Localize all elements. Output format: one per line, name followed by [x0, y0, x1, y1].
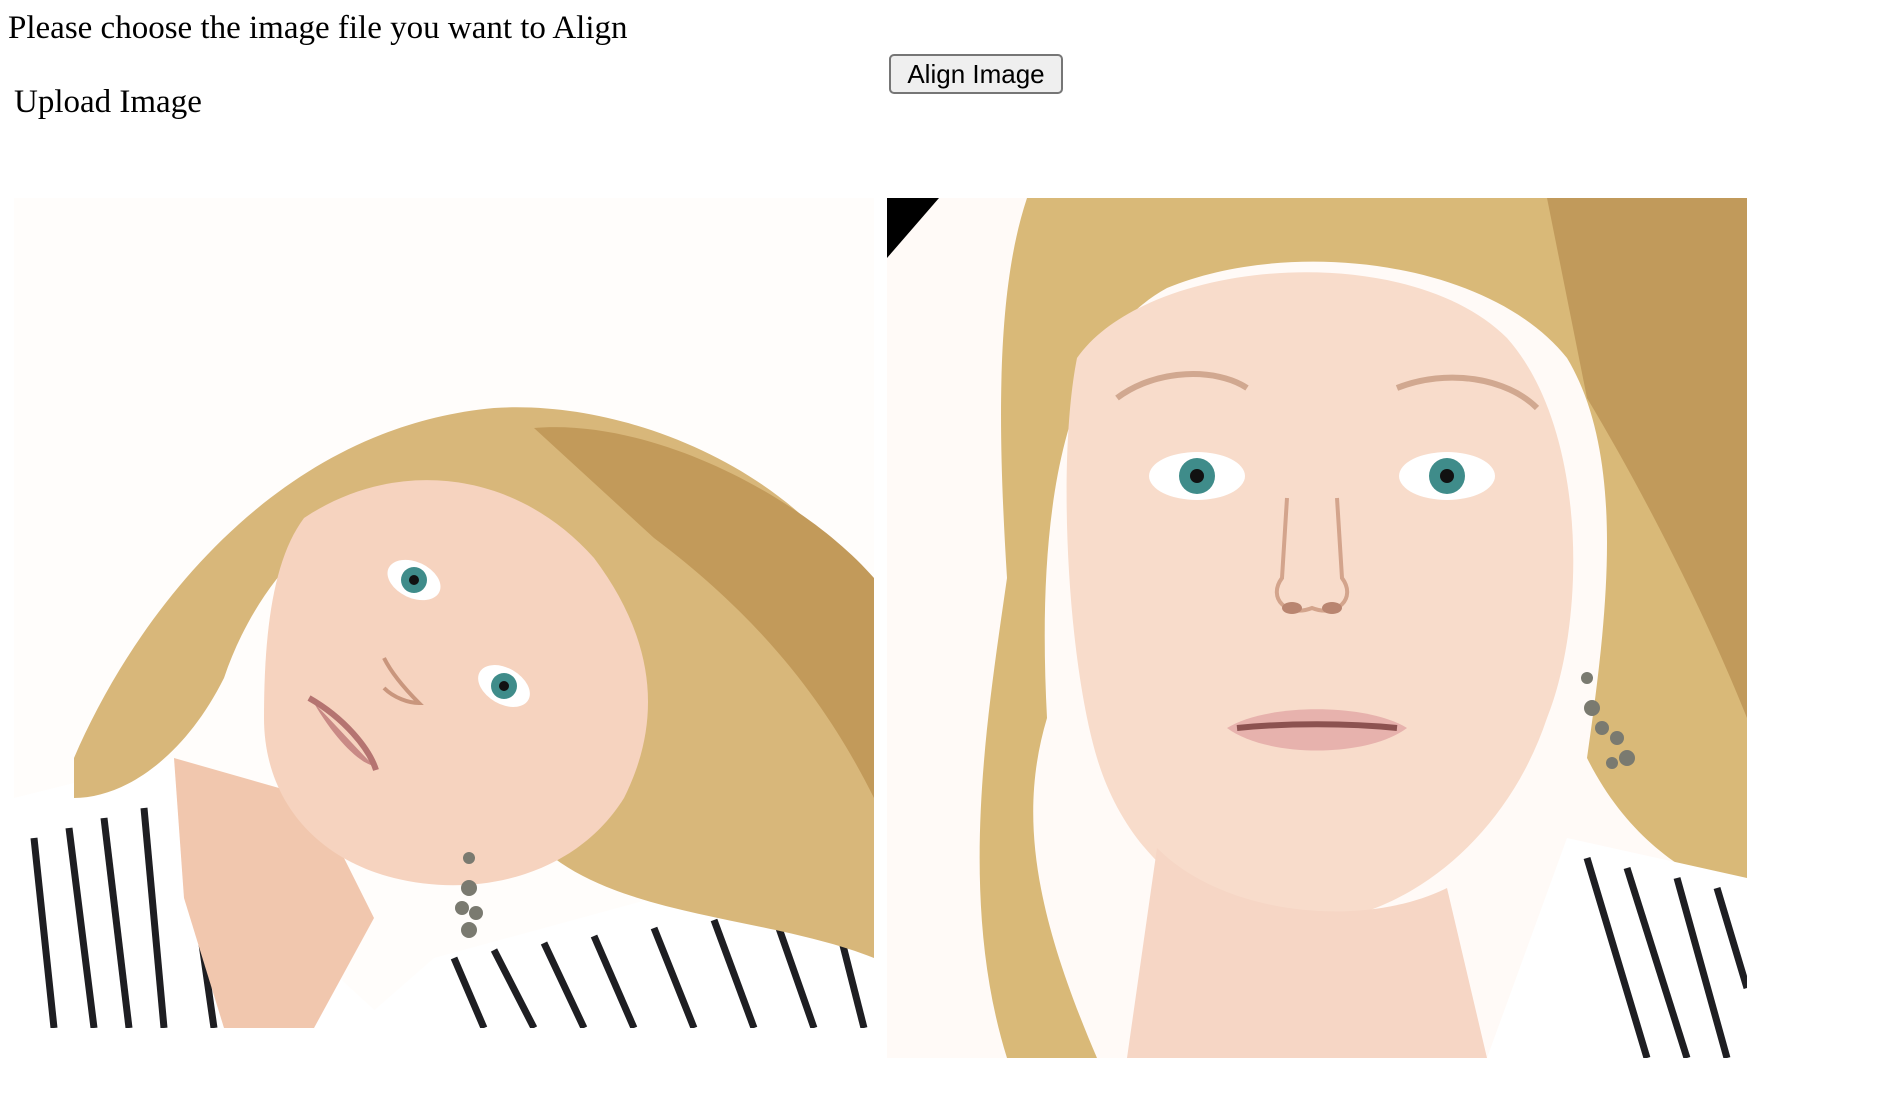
aligned-image-graphic — [887, 198, 1747, 1058]
original-image-graphic — [14, 198, 874, 1028]
page: Please choose the image file you want to… — [0, 0, 1888, 1120]
original-image — [14, 198, 874, 1028]
upload-image-input[interactable]: Upload Image — [14, 80, 202, 124]
instruction-text: Please choose the image file you want to… — [8, 10, 628, 46]
aligned-image — [887, 198, 1747, 1058]
align-image-button[interactable]: Align Image — [889, 54, 1063, 94]
